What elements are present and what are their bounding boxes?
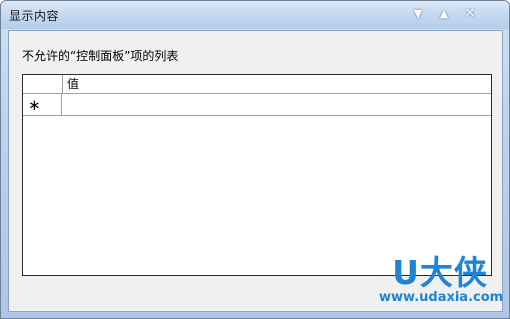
watermark-logo: U大侠 www.udaxia.com	[379, 253, 504, 306]
watermark-url: www.udaxia.com	[379, 290, 504, 305]
title-bar[interactable]: 显示内容 ▼ ▲ ✕	[1, 1, 509, 29]
list-caption: 不允许的“控制面板”项的列表	[22, 49, 179, 63]
grid-corner-cell[interactable]	[23, 75, 63, 93]
close-icon: ✕	[464, 5, 476, 21]
chevron-down-icon: ▼	[413, 6, 423, 20]
asterisk-icon: ∗	[28, 95, 41, 114]
dialog-window: 显示内容 ▼ ▲ ✕ 不允许的“控制面板”项的列表 值 ∗ U大侠 www.ud…	[0, 0, 510, 319]
expand-button[interactable]: ▲	[431, 4, 457, 22]
window-title: 显示内容	[9, 9, 60, 23]
chevron-up-icon: ▲	[439, 6, 449, 20]
new-entry-row[interactable]: ∗	[23, 94, 491, 116]
collapse-button[interactable]: ▼	[405, 4, 431, 22]
watermark-logo-text: U大侠	[392, 253, 488, 292]
close-button[interactable]: ✕	[457, 4, 483, 22]
value-cell-input[interactable]	[63, 94, 491, 115]
grid-header-row: 值	[23, 75, 491, 94]
values-grid[interactable]: 值 ∗	[22, 74, 492, 276]
column-header-value[interactable]: 值	[63, 75, 79, 93]
new-row-indicator[interactable]: ∗	[23, 94, 62, 115]
